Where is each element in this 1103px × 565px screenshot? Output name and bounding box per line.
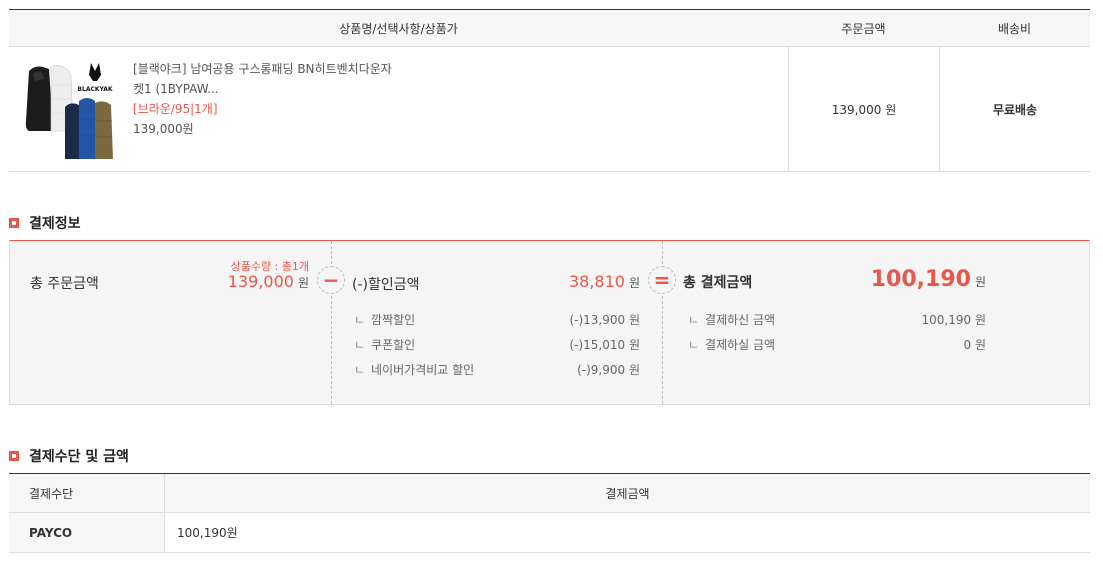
header-product: 상품명/선택사항/상품가	[339, 21, 458, 36]
product-cell: BLACKYAK [블랙야크] 남여공용 구스롱패딩 BN히트벤치다운자켓1 (…	[9, 47, 788, 171]
order-table-header: 상품명/선택사항/상품가 주문금액 배송비	[9, 10, 1090, 47]
product-thumbnail[interactable]: BLACKYAK	[21, 59, 121, 159]
equals-icon: =	[648, 266, 676, 294]
final-amount-column: 총 결제금액 100,190 원 ㄴ 결제하신 금액 100,190 원 ㄴ 결제하실…	[662, 241, 1091, 404]
discount-label: (-)할인금액	[352, 277, 420, 293]
square-bullet-icon	[9, 218, 19, 228]
final-breakdown: ㄴ 결제하신 금액 100,190 원 ㄴ 결제하실 금액 0 원	[688, 311, 986, 361]
list-item: ㄴ 네이버가격비교 할인 (-)9,900 원	[354, 363, 640, 377]
product-option: [브라운/95|1개]	[133, 102, 218, 116]
payment-method-title: 결제수단 및 금액	[29, 449, 129, 465]
payment-method-amount: 100,190원	[164, 513, 1090, 552]
shipping-cell: 무료배송	[939, 47, 1090, 171]
payment-summary-box: 총 주문금액 상품수량 : 총1개 139,000 원 (-)할인금액 38,81…	[9, 240, 1090, 405]
table-row: PAYCO 100,190원	[9, 513, 1090, 553]
square-bullet-icon	[9, 451, 19, 461]
total-order-column: 총 주문금액 상품수량 : 총1개 139,000 원	[10, 241, 331, 404]
brand-logo: BLACKYAK	[77, 86, 113, 93]
payment-method-header: 결제수단 결제금액	[9, 474, 1090, 513]
header-order-amount: 주문금액	[841, 21, 886, 36]
header-method: 결제수단	[29, 486, 74, 501]
section-title-payment-info: 결제정보	[9, 213, 81, 233]
payment-method-name: PAYCO	[9, 513, 164, 552]
discount-breakdown: ㄴ 깜짝할인 (-)13,900 원 ㄴ 쿠폰할인 (-)15,010 원 ㄴ 네이버…	[354, 311, 640, 386]
list-item: ㄴ 결제하신 금액 100,190 원	[688, 313, 986, 327]
product-info: [블랙야크] 남여공용 구스롱패딩 BN히트벤치다운자켓1 (1BYPAW...…	[133, 59, 393, 171]
list-item: ㄴ 쿠폰할인 (-)15,010 원	[354, 338, 640, 352]
final-amount: 100,190 원	[870, 267, 986, 292]
total-order-label: 총 주문금액	[30, 276, 99, 292]
final-amount-label: 총 결제금액	[683, 275, 753, 291]
payment-info-title: 결제정보	[29, 216, 81, 232]
total-order-amount: 139,000 원	[227, 272, 309, 291]
order-amount-cell: 139,000 원	[788, 47, 939, 171]
order-table: 상품명/선택사항/상품가 주문금액 배송비 BLACKYAK [블랙야크] 남여…	[9, 9, 1090, 172]
section-title-payment-method: 결제수단 및 금액	[9, 446, 129, 466]
product-unit-price: 139,000원	[133, 122, 194, 136]
payment-method-table: 결제수단 결제금액 PAYCO 100,190원	[9, 473, 1090, 553]
discount-amount: 38,810 원	[568, 272, 640, 291]
minus-icon: −	[317, 266, 345, 294]
header-shipping: 배송비	[997, 21, 1032, 36]
discount-column: (-)할인금액 38,810 원 ㄴ 깜짝할인 (-)13,900 원 ㄴ 쿠폰할인 …	[331, 241, 662, 404]
list-item: ㄴ 깜짝할인 (-)13,900 원	[354, 313, 640, 327]
list-item: ㄴ 결제하실 금액 0 원	[688, 338, 986, 352]
product-name-link[interactable]: [블랙야크] 남여공용 구스롱패딩 BN히트벤치다운자켓1 (1BYPAW...	[133, 59, 393, 99]
order-item-row: BLACKYAK [블랙야크] 남여공용 구스롱패딩 BN히트벤치다운자켓1 (…	[9, 47, 1090, 172]
header-amount: 결제금액	[164, 474, 1090, 512]
